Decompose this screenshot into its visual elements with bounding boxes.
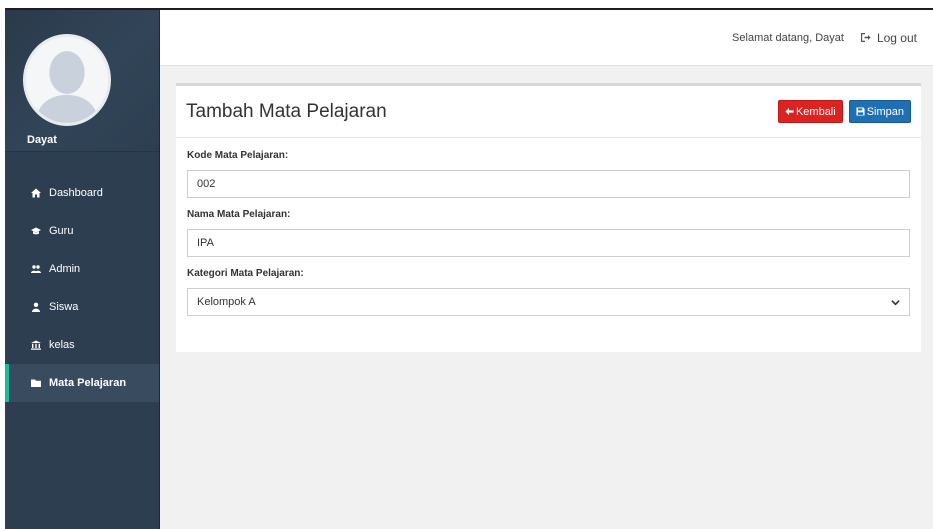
users-icon xyxy=(29,264,43,274)
kode-input[interactable]: 002 xyxy=(187,170,910,198)
sidebar-item-label: Mata Pelajaran xyxy=(49,377,127,389)
sidebar-item-siswa[interactable]: Siswa xyxy=(5,288,159,326)
logout-link[interactable]: Log out xyxy=(860,31,917,45)
kategori-group: Kategori Mata Pelajaran: Kelompok A xyxy=(187,268,910,316)
sidebar-item-label: Admin xyxy=(49,263,81,275)
graduation-cap-icon xyxy=(29,226,43,236)
user-silhouette-icon xyxy=(26,37,108,123)
floppy-disk-icon xyxy=(856,107,865,116)
sign-out-icon xyxy=(860,33,871,42)
form-panel: Tambah Mata Pelajaran Kembali Simpan Kod… xyxy=(176,83,921,352)
profile-name: Dayat xyxy=(27,134,57,146)
save-button-label: Simpan xyxy=(866,105,904,118)
sidebar-nav: Dashboard Guru Admin Siswa kelas Mata Pe… xyxy=(5,174,159,402)
sidebar-item-admin[interactable]: Admin xyxy=(5,250,159,288)
welcome-text: Selamat datang, Dayat xyxy=(732,31,844,44)
sidebar-item-label: Dashboard xyxy=(49,187,103,199)
nama-value: IPA xyxy=(197,237,214,249)
panel-actions: Kembali Simpan xyxy=(777,100,911,123)
nama-label: Nama Mata Pelajaran: xyxy=(187,209,291,220)
sidebar-item-kelas[interactable]: kelas xyxy=(5,326,159,364)
back-button[interactable]: Kembali xyxy=(777,100,843,123)
institution-icon xyxy=(29,340,43,350)
kategori-select[interactable]: Kelompok A xyxy=(187,288,910,316)
kategori-value: Kelompok A xyxy=(197,296,256,308)
logout-label: Log out xyxy=(876,30,917,45)
kode-label: Kode Mata Pelajaran: xyxy=(187,150,289,161)
sidebar-item-dashboard[interactable]: Dashboard xyxy=(5,174,159,212)
chevron-down-icon xyxy=(891,299,900,305)
sidebar-item-mata-pelajaran[interactable]: Mata Pelajaran xyxy=(5,364,159,402)
user-icon xyxy=(29,302,43,312)
home-icon xyxy=(29,188,43,198)
sidebar-item-guru[interactable]: Guru xyxy=(5,212,159,250)
main-content: Selamat datang, Dayat Log out Tambah Mat… xyxy=(160,10,933,529)
arrow-left-icon xyxy=(785,107,794,116)
subject-form: Kode Mata Pelajaran: 002 Nama Mata Pelaj… xyxy=(176,138,921,316)
kode-group: Kode Mata Pelajaran: 002 xyxy=(187,150,910,198)
sidebar-item-label: kelas xyxy=(49,339,75,351)
kode-value: 002 xyxy=(197,178,216,190)
kategori-label: Kategori Mata Pelajaran: xyxy=(187,268,304,279)
profile-section: Dayat xyxy=(5,10,159,152)
save-button[interactable]: Simpan xyxy=(848,100,911,123)
nama-input[interactable]: IPA xyxy=(187,229,910,257)
nama-group: Nama Mata Pelajaran: IPA xyxy=(187,209,910,257)
avatar xyxy=(23,34,111,126)
sidebar-item-label: Guru xyxy=(49,225,74,237)
sidebar-item-label: Siswa xyxy=(49,301,79,313)
app-frame: Dayat Dashboard Guru Admin Siswa kelas M… xyxy=(5,8,933,529)
topbar: Selamat datang, Dayat Log out xyxy=(160,10,933,66)
panel-header: Tambah Mata Pelajaran Kembali Simpan xyxy=(176,86,921,138)
sidebar: Dayat Dashboard Guru Admin Siswa kelas M… xyxy=(5,10,160,529)
back-button-label: Kembali xyxy=(795,105,836,118)
page-title: Tambah Mata Pelajaran xyxy=(186,100,387,122)
folder-icon xyxy=(29,378,43,388)
